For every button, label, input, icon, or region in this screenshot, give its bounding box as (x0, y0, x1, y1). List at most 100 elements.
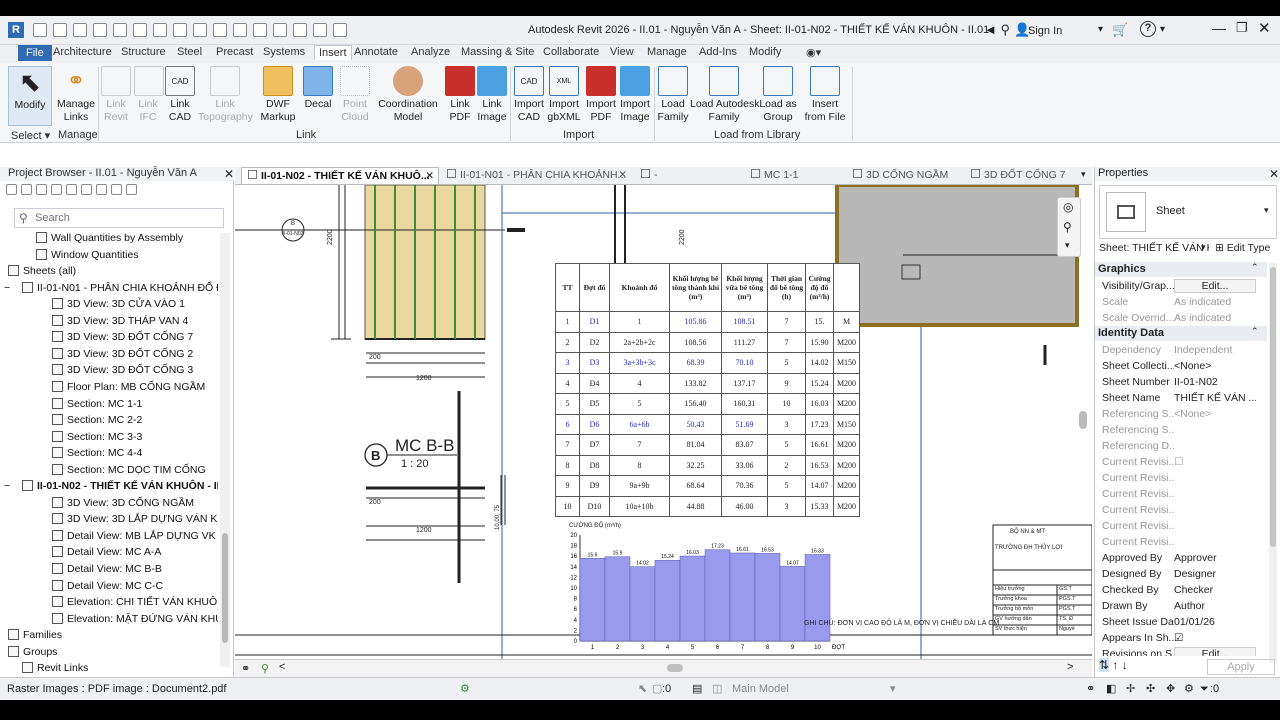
browser-item[interactable]: +Groups (0, 644, 57, 660)
browser-item[interactable]: Section: MC 3-3 (0, 429, 142, 445)
text-icon[interactable] (233, 23, 247, 37)
browser-item[interactable]: Detail View: MC C-C (0, 578, 163, 594)
browser-tool-icon[interactable] (6, 184, 17, 195)
property-row[interactable]: Current Revisi... (1095, 534, 1267, 550)
browser-item[interactable]: Floor Plan: MB CỐNG NGẦM (0, 379, 205, 395)
browser-item[interactable]: − II-01-N01 - PHÂN CHIA KHOẢNH ĐỔ ĐỢ (0, 280, 218, 296)
help-icon[interactable]: ? (1140, 21, 1156, 37)
print-icon[interactable] (153, 23, 167, 37)
view-control-icon[interactable]: ⚭ (241, 662, 250, 675)
property-row[interactable]: Drawn By Author (1095, 598, 1267, 614)
property-group-identity-data[interactable]: Identity Data (1095, 326, 1267, 341)
layers-icon[interactable]: ◫ (712, 678, 722, 700)
property-row[interactable]: Checked By Checker (1095, 582, 1267, 598)
browser-search[interactable]: ⚲ (14, 208, 224, 228)
instance-selector[interactable]: Sheet: THIẾT KẾ VÁN K (1099, 242, 1209, 254)
property-edit-button[interactable]: Edit... (1174, 279, 1256, 293)
sort-desc-icon[interactable]: ↓ (1122, 658, 1128, 672)
close-icon[interactable]: ✕ (1269, 167, 1279, 181)
browser-item[interactable]: Revit Links (0, 660, 88, 676)
browser-item[interactable]: Elevation: CHI TIẾT VÁN KHUÔN Đ (0, 594, 218, 610)
link-cad-button[interactable]: CAD Link CAD (164, 66, 196, 124)
browser-item[interactable]: 3D View: 3D ĐỐT CỐNG 2 (0, 346, 193, 362)
sign-in-link[interactable]: Sign In (1028, 25, 1062, 37)
view-tab[interactable]: MC 1-1 (745, 167, 843, 184)
browser-item[interactable]: Wall Quantities by Assembly (0, 230, 183, 246)
link-pdf-button[interactable]: Link PDF (444, 66, 476, 124)
import-gbxml-button[interactable]: XML Import gbXML (546, 66, 582, 124)
switch-windows-icon[interactable] (333, 23, 347, 37)
load-as-group-button[interactable]: Load as Group (758, 66, 798, 124)
import-cad-button[interactable]: CAD Import CAD (512, 66, 546, 124)
browser-tool-icon[interactable] (21, 184, 32, 195)
property-row[interactable]: Current Revisi... (1095, 502, 1267, 518)
property-row[interactable]: Current Revisi... ☐ (1095, 454, 1267, 470)
browser-item[interactable]: 3D View: 3D ĐỐT CỐNG 7 (0, 329, 193, 345)
selector-dropdown-icon[interactable]: ▾ (1201, 242, 1206, 253)
browser-item[interactable]: Window Quantities (0, 247, 139, 263)
browser-tool-icon[interactable] (66, 184, 77, 195)
design-options-icon[interactable]: ▤ (692, 678, 702, 700)
underlay-select-icon[interactable]: ◧ (1106, 678, 1116, 700)
collapse-icon[interactable]: ⌃ (1251, 326, 1259, 337)
property-row[interactable]: Revisions on S... Edit... (1095, 646, 1267, 656)
browser-item[interactable]: Section: MC 2-2 (0, 412, 142, 428)
model-dropdown-icon[interactable]: ▾ (890, 678, 896, 700)
browser-tool-icon[interactable] (51, 184, 62, 195)
browser-item[interactable]: 3D View: 3D CỬA VÀO 1 (0, 296, 185, 312)
browser-tool-icon[interactable] (96, 184, 107, 195)
browser-item[interactable]: Elevation: MẶT ĐỨNG VÁN KHUÔI (0, 611, 218, 627)
sort-asc-icon[interactable]: ↑ (1112, 658, 1118, 672)
browser-item[interactable]: Section: MC 1-1 (0, 396, 142, 412)
navigation-bar[interactable]: ◎ ⚲ ▾ (1057, 197, 1081, 257)
decal-button[interactable]: Decal (300, 66, 336, 111)
ribbon-tab-modify[interactable]: Modify (749, 46, 781, 58)
ribbon-tab-precast[interactable]: Precast (216, 46, 253, 58)
browser-item[interactable]: −Sheets (all) (0, 263, 76, 279)
thin-lines-icon[interactable] (293, 23, 307, 37)
zoom-dropdown-icon[interactable]: ▾ (1065, 240, 1070, 251)
browser-scrollbar[interactable] (220, 233, 230, 667)
type-selector[interactable]: Sheet ▾ (1099, 185, 1277, 239)
home-icon[interactable] (33, 23, 47, 37)
filter-icon[interactable]: ⏷ (1200, 678, 1209, 700)
property-row[interactable]: Current Revisi... (1095, 518, 1267, 534)
horizontal-scroll-thumb[interactable] (667, 664, 683, 672)
worksets-icon[interactable]: ⚙ (460, 678, 470, 700)
browser-item[interactable]: +Families (0, 627, 62, 643)
zoom-icon[interactable]: ⚲ (1063, 220, 1072, 234)
ribbon-tab-manage[interactable]: Manage (647, 46, 687, 58)
import-pdf-button[interactable]: Import PDF (584, 66, 618, 124)
tag-icon[interactable] (213, 23, 227, 37)
revit-logo-icon[interactable]: R (8, 22, 24, 38)
browser-item[interactable]: 3D View: 3D CỐNG NGẦM (0, 495, 194, 511)
ribbon-tab-add-ins[interactable]: Add-Ins (699, 46, 737, 58)
cart-icon[interactable]: 🛒 (1112, 22, 1128, 38)
coordination-model-button[interactable]: Coordination Model (376, 66, 440, 124)
property-row[interactable]: Dependency Independent (1095, 342, 1267, 358)
pointer-icon[interactable]: ⬉ (638, 678, 647, 700)
property-row[interactable]: Current Revisi... (1095, 470, 1267, 486)
insert-from-file-button[interactable]: Insert from File (800, 66, 850, 124)
properties-scrollbar[interactable] (1269, 263, 1277, 663)
view-tab[interactable]: II-01-N01 - PHÂN CHIA KHOẢNH... ✕ (441, 167, 631, 184)
dwf-markup-button[interactable]: DWF Markup (258, 66, 298, 124)
vertical-scroll-thumb[interactable] (1079, 411, 1087, 429)
ribbon-tab-file[interactable]: File (18, 45, 52, 61)
browser-item[interactable]: Detail View: MC B-B (0, 561, 162, 577)
property-row[interactable]: Sheet Name THIẾT KẾ VÁN ... (1095, 390, 1267, 406)
point-cloud-button[interactable]: Point Cloud (338, 66, 372, 124)
dimension-icon[interactable] (193, 23, 207, 37)
link-ifc-button[interactable]: Link IFC (134, 66, 164, 124)
scroll-left-icon[interactable]: < (279, 661, 285, 673)
face-select-icon[interactable]: ✣ (1146, 678, 1155, 700)
browser-tool-icon[interactable] (81, 184, 92, 195)
sync-icon[interactable] (93, 23, 107, 37)
redo-icon[interactable] (133, 23, 147, 37)
background-process-icon[interactable]: ⚙ (1184, 678, 1194, 700)
ribbon-tab-collaborate[interactable]: Collaborate (543, 46, 599, 58)
modify-button[interactable]: ⬉ Modify (8, 66, 52, 126)
ribbon-tab-architecture[interactable]: Architecture (53, 46, 112, 58)
open-icon[interactable] (53, 23, 67, 37)
ribbon-tab-systems[interactable]: Systems (263, 46, 305, 58)
